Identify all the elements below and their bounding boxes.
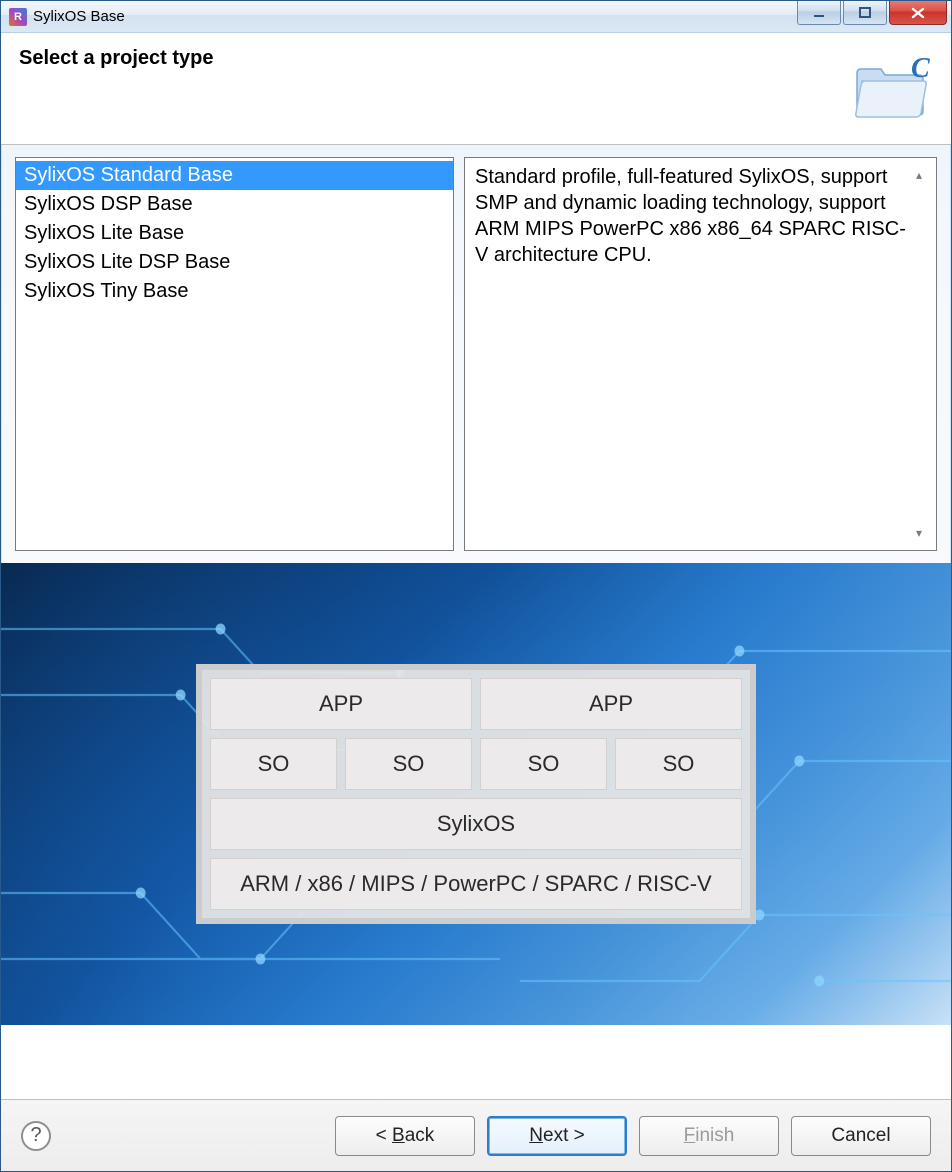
app-icon: R (9, 8, 27, 26)
wizard-header: Select a project type C (1, 33, 951, 145)
maximize-button[interactable] (843, 1, 887, 25)
diagram-cell-os: SylixOS (210, 798, 742, 850)
scroll-down-icon[interactable]: ▾ (916, 520, 934, 546)
window-title: SylixOS Base (33, 8, 125, 25)
list-item[interactable]: SylixOS Tiny Base (16, 277, 453, 306)
list-item[interactable]: SylixOS Lite Base (16, 219, 453, 248)
back-button[interactable]: < Back (335, 1116, 475, 1156)
wizard-content: SylixOS Standard Base SylixOS DSP Base S… (1, 145, 951, 1171)
architecture-diagram: APP APP SO SO SO SO SylixOS ARM / x86 / … (196, 664, 756, 924)
list-item[interactable]: SylixOS DSP Base (16, 190, 453, 219)
diagram-cell-app: APP (210, 678, 472, 730)
window-controls (797, 1, 951, 29)
finish-button: Finish (639, 1116, 779, 1156)
next-button[interactable]: Next > (487, 1116, 627, 1156)
titlebar[interactable]: R SylixOS Base (1, 1, 951, 33)
project-type-list[interactable]: SylixOS Standard Base SylixOS DSP Base S… (15, 157, 454, 551)
diagram-cell-so: SO (615, 738, 742, 790)
list-item[interactable]: SylixOS Standard Base (16, 161, 453, 190)
scroll-up-icon[interactable]: ▴ (916, 162, 934, 188)
cancel-button[interactable]: Cancel (791, 1116, 931, 1156)
svg-text:C: C (911, 53, 930, 84)
folder-c-icon: C (851, 51, 933, 123)
project-description: Standard profile, full-featured SylixOS,… (464, 157, 937, 551)
architecture-preview: APP APP SO SO SO SO SylixOS ARM / x86 / … (1, 563, 951, 1025)
diagram-cell-so: SO (210, 738, 337, 790)
close-button[interactable] (889, 1, 947, 25)
help-button[interactable]: ? (21, 1121, 51, 1151)
page-title: Select a project type (19, 47, 214, 70)
diagram-cell-app: APP (480, 678, 742, 730)
description-text: Standard profile, full-featured SylixOS,… (475, 166, 906, 266)
diagram-cell-arch: ARM / x86 / MIPS / PowerPC / SPARC / RIS… (210, 858, 742, 910)
diagram-cell-so: SO (480, 738, 607, 790)
wizard-buttons: ? < Back Next > Finish Cancel (1, 1099, 951, 1171)
dialog-window: R SylixOS Base Select a project type C (0, 0, 952, 1172)
scrollbar[interactable]: ▴ ▾ (916, 162, 934, 546)
help-icon: ? (30, 1124, 41, 1147)
diagram-cell-so: SO (345, 738, 472, 790)
list-item[interactable]: SylixOS Lite DSP Base (16, 248, 453, 277)
minimize-button[interactable] (797, 1, 841, 25)
spacer (1, 1025, 951, 1099)
panels-row: SylixOS Standard Base SylixOS DSP Base S… (1, 145, 951, 563)
